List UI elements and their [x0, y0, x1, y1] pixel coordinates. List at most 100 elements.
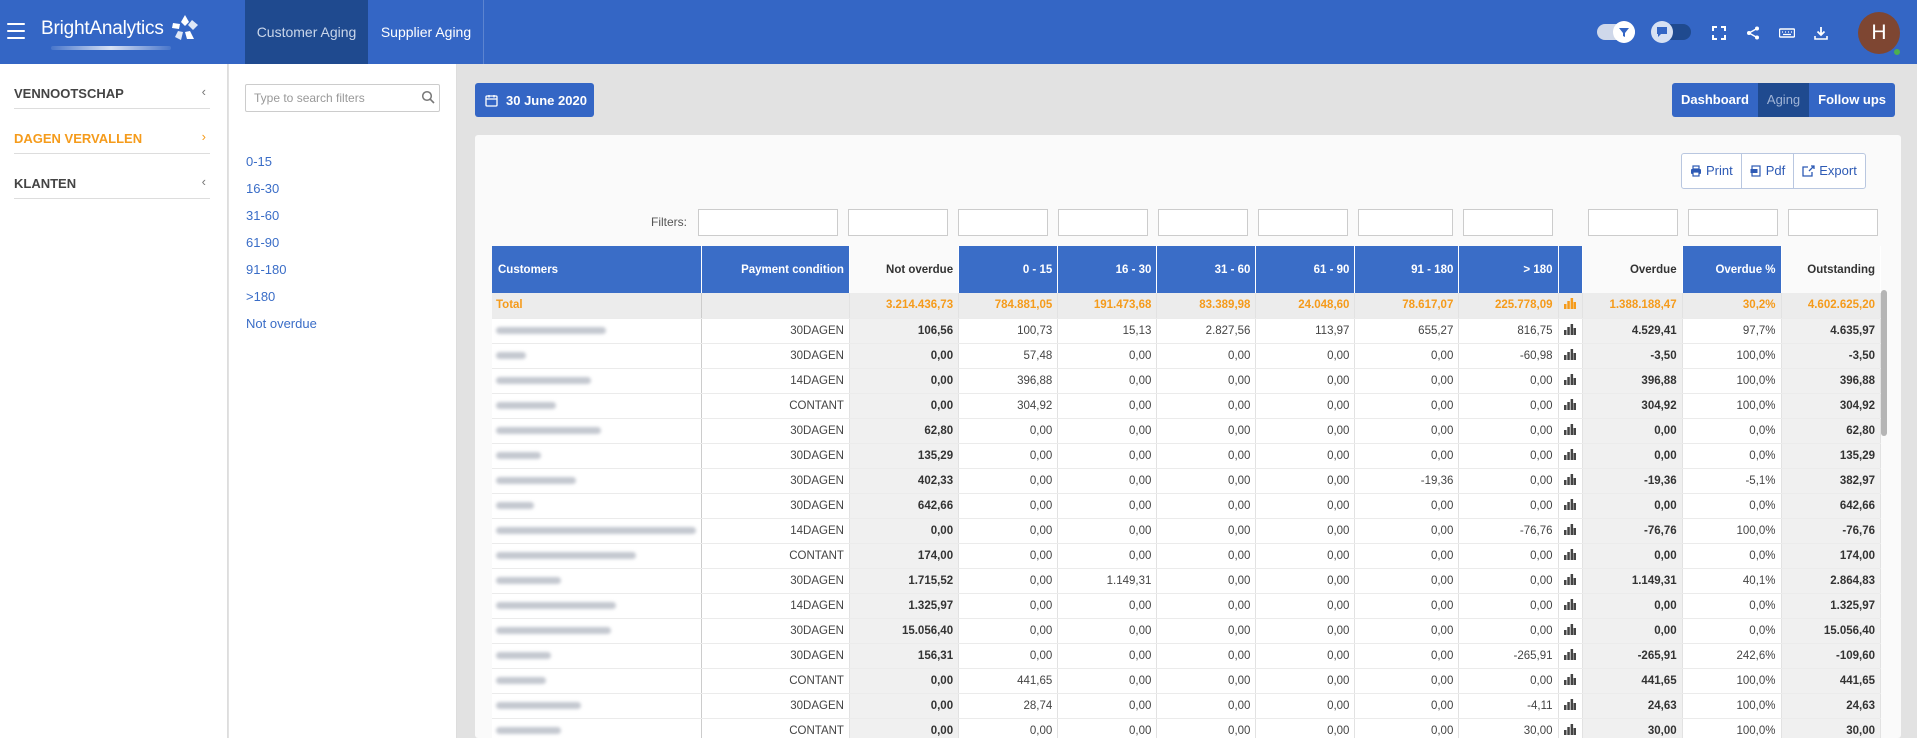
view-follow-ups-button[interactable]: Follow ups	[1809, 83, 1896, 117]
col-header-31-60[interactable]: 31 - 60	[1156, 246, 1257, 293]
col-header-overdue-pct[interactable]: Overdue %	[1682, 246, 1782, 293]
table-row[interactable]: 30DAGEN 106,56 100,73 15,13 2.827,56 113,97 65…	[492, 318, 1881, 344]
sidebar-item-vennootschap[interactable]: VENNOOTSCHAP ‹	[14, 64, 210, 109]
table-row[interactable]: 14DAGEN 1.325,97 0,00 0,00 0,00 0,00 0,00 0,00 0…	[492, 593, 1881, 619]
menu-icon[interactable]	[7, 23, 25, 39]
bar-chart-icon[interactable]	[1558, 568, 1584, 594]
table-row[interactable]: 30DAGEN 156,31 0,00 0,00 0,00 0,00 0,00 -265,91…	[492, 643, 1881, 669]
filter-field-overdue[interactable]	[1588, 209, 1678, 236]
col-header-outstanding[interactable]: Outstanding	[1781, 246, 1881, 293]
bar-chart-icon[interactable]	[1558, 418, 1584, 444]
customer-name-redacted[interactable]	[492, 318, 702, 344]
sidebar-item-klanten[interactable]: KLANTEN ‹	[14, 154, 210, 199]
col-header-91-180[interactable]: 91 - 180	[1354, 246, 1460, 293]
customer-name-redacted[interactable]	[492, 443, 702, 469]
col-header-0-15[interactable]: 0 - 15	[958, 246, 1059, 293]
filter-option-over-180[interactable]: >180	[246, 289, 275, 304]
col-header-customers[interactable]: Customers	[492, 246, 702, 293]
table-row[interactable]: 30DAGEN 0,00 28,74 0,00 0,00 0,00 0,00 -4,11 24,…	[492, 693, 1881, 719]
print-button[interactable]: Print	[1682, 154, 1742, 188]
customer-name-redacted[interactable]	[492, 693, 702, 719]
customer-name-redacted[interactable]	[492, 493, 702, 519]
filter-search-input[interactable]	[245, 84, 440, 112]
tab-customer-aging[interactable]: Customer Aging	[245, 0, 368, 64]
col-header-61-90[interactable]: 61 - 90	[1255, 246, 1356, 293]
filter-field-payment-condition[interactable]	[698, 209, 838, 236]
export-button[interactable]: Export	[1794, 154, 1865, 188]
bar-chart-icon[interactable]	[1558, 668, 1584, 694]
bar-chart-icon[interactable]	[1558, 468, 1584, 494]
filter-field-over-180[interactable]	[1463, 209, 1553, 236]
customer-name-redacted[interactable]	[492, 418, 702, 444]
bar-chart-icon[interactable]	[1558, 643, 1584, 669]
filter-toggle[interactable]	[1597, 21, 1635, 43]
bar-chart-icon[interactable]	[1558, 543, 1584, 569]
filter-option-not-overdue[interactable]: Not overdue	[246, 316, 317, 331]
filter-field-61-90[interactable]	[1258, 209, 1348, 236]
bar-chart-icon[interactable]	[1558, 443, 1584, 469]
bar-chart-icon[interactable]	[1558, 318, 1584, 344]
customer-name-redacted[interactable]	[492, 668, 702, 694]
col-header-overdue[interactable]: Overdue	[1582, 246, 1683, 293]
keyboard-icon[interactable]	[1778, 24, 1795, 41]
share-icon[interactable]	[1744, 24, 1761, 41]
bar-chart-icon[interactable]	[1558, 293, 1584, 319]
col-header-16-30[interactable]: 16 - 30	[1057, 246, 1158, 293]
table-row[interactable]: 30DAGEN 0,00 57,48 0,00 0,00 0,00 0,00 -60,98 -3…	[492, 343, 1881, 369]
date-picker-button[interactable]: 30 June 2020	[475, 83, 594, 117]
customer-name-redacted[interactable]	[492, 468, 702, 494]
fullscreen-icon[interactable]	[1710, 24, 1727, 41]
table-scrollbar[interactable]	[1881, 290, 1887, 436]
bar-chart-icon[interactable]	[1558, 518, 1584, 544]
table-row[interactable]: CONTANT 0,00 304,92 0,00 0,00 0,00 0,00 0,00 304…	[492, 393, 1881, 419]
filter-field-91-180[interactable]	[1358, 209, 1453, 236]
bar-chart-icon[interactable]	[1558, 343, 1584, 369]
view-dashboard-button[interactable]: Dashboard	[1672, 83, 1758, 117]
col-header-over-180[interactable]: > 180	[1458, 246, 1559, 293]
filter-option-31-60[interactable]: 31-60	[246, 208, 279, 223]
customer-name-redacted[interactable]	[492, 618, 702, 644]
bar-chart-icon[interactable]	[1558, 693, 1584, 719]
bar-chart-icon[interactable]	[1558, 368, 1584, 394]
table-row[interactable]: 30DAGEN 642,66 0,00 0,00 0,00 0,00 0,00 0,00 0,0…	[492, 493, 1881, 519]
filter-option-16-30[interactable]: 16-30	[246, 181, 279, 196]
filter-option-0-15[interactable]: 0-15	[246, 154, 272, 169]
avatar[interactable]: H	[1858, 12, 1900, 54]
filter-field-31-60[interactable]	[1158, 209, 1248, 236]
customer-name-redacted[interactable]	[492, 343, 702, 369]
customer-name-redacted[interactable]	[492, 643, 702, 669]
table-row[interactable]: 14DAGEN 0,00 0,00 0,00 0,00 0,00 0,00 -76,76 -76…	[492, 518, 1881, 544]
filter-option-61-90[interactable]: 61-90	[246, 235, 279, 250]
table-row[interactable]: 14DAGEN 0,00 396,88 0,00 0,00 0,00 0,00 0,00 396…	[492, 368, 1881, 394]
sidebar-item-dagen-vervallen[interactable]: DAGEN VERVALLEN ›	[14, 109, 210, 154]
table-row[interactable]: CONTANT 174,00 0,00 0,00 0,00 0,00 0,00 0,00 0,0…	[492, 543, 1881, 569]
download-icon[interactable]	[1812, 24, 1829, 41]
col-header-payment-condition[interactable]: Payment condition	[701, 246, 850, 293]
customer-name-redacted[interactable]	[492, 518, 702, 544]
bar-chart-icon[interactable]	[1558, 593, 1584, 619]
pdf-button[interactable]: Pdf	[1742, 154, 1795, 188]
filter-field-16-30[interactable]	[1058, 209, 1148, 236]
filter-field-outstanding[interactable]	[1788, 209, 1878, 236]
table-row[interactable]: 30DAGEN 135,29 0,00 0,00 0,00 0,00 0,00 0,00 0,0…	[492, 443, 1881, 469]
table-row[interactable]: 30DAGEN 402,33 0,00 0,00 0,00 0,00 -19,36 0,00-…	[492, 468, 1881, 494]
brand-logo[interactable]: BrightAnalytics	[41, 12, 206, 52]
filter-field-overdue-pct[interactable]	[1688, 209, 1778, 236]
bar-chart-icon[interactable]	[1558, 718, 1584, 738]
tab-supplier-aging[interactable]: Supplier Aging	[371, 0, 481, 64]
customer-name-redacted[interactable]	[492, 718, 702, 738]
table-row[interactable]: 30DAGEN 15.056,40 0,00 0,00 0,00 0,00 0,00 0,00…	[492, 618, 1881, 644]
table-row[interactable]: 30DAGEN 62,80 0,00 0,00 0,00 0,00 0,00 0,00 0,00…	[492, 418, 1881, 444]
table-row[interactable]: 30DAGEN 1.715,52 0,00 1.149,31 0,00 0,00 0,00 0…	[492, 568, 1881, 594]
table-row[interactable]: CONTANT 0,00 441,65 0,00 0,00 0,00 0,00 0,00 441…	[492, 668, 1881, 694]
customer-name-redacted[interactable]	[492, 593, 702, 619]
filter-field-not-overdue[interactable]	[848, 209, 948, 236]
customer-name-redacted[interactable]	[492, 368, 702, 394]
bar-chart-icon[interactable]	[1558, 393, 1584, 419]
customer-name-redacted[interactable]	[492, 568, 702, 594]
bar-chart-icon[interactable]	[1558, 618, 1584, 644]
view-aging-button[interactable]: Aging	[1757, 83, 1810, 117]
comments-toggle[interactable]	[1651, 21, 1691, 43]
filter-field-0-15[interactable]	[958, 209, 1048, 236]
customer-name-redacted[interactable]	[492, 543, 702, 569]
